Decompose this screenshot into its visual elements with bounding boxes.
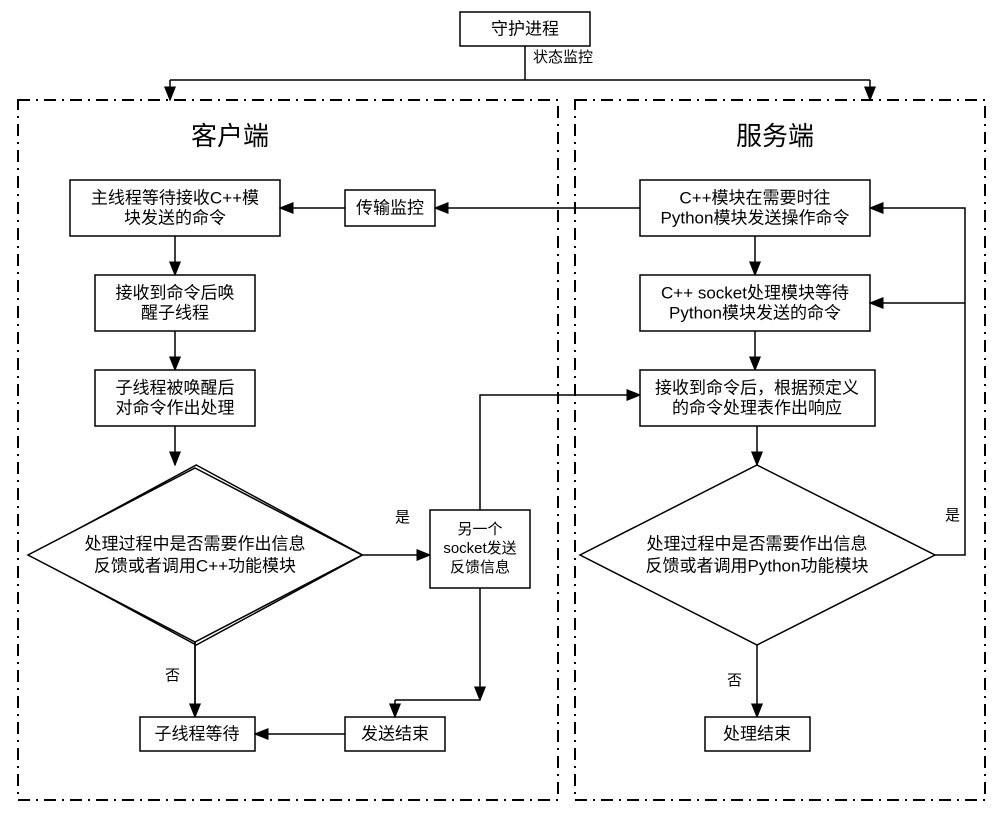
- svg-text:socket发送: socket发送: [443, 540, 516, 557]
- svg-text:主线程等待接收C++模: 主线程等待接收C++模: [91, 188, 259, 207]
- svg-text:是: 是: [945, 507, 960, 524]
- svg-text:传输监控: 传输监控: [356, 198, 424, 217]
- svg-text:反馈或者调用Python功能模块: 反馈或者调用Python功能模块: [646, 556, 869, 575]
- svg-text:C++模块在需要时往: C++模块在需要时往: [679, 188, 830, 207]
- client-decision: [28, 468, 362, 642]
- flowchart-diagram: 守护进程 状态监控 客户端 服务端 主线程等待接收C++模 块发送的命令 传输监…: [0, 0, 1000, 819]
- svg-text:Python模块发送操作命令: Python模块发送操作命令: [661, 208, 850, 227]
- svg-text:接收到命令后唤: 接收到命令后唤: [116, 283, 235, 302]
- svg-text:处理过程中是否需要作出信息: 处理过程中是否需要作出信息: [647, 534, 868, 553]
- svg-text:另一个: 另一个: [457, 521, 502, 538]
- svg-text:子线程等待: 子线程等待: [155, 724, 240, 743]
- svg-text:Python模块发送的命令: Python模块发送的命令: [669, 303, 841, 322]
- svg-text:块发送的命令: 块发送的命令: [124, 208, 226, 227]
- svg-text:接收到命令后，根据预定义: 接收到命令后，根据预定义: [655, 378, 859, 397]
- guard-process-label: 守护进程: [491, 19, 559, 38]
- server-decision: [580, 465, 935, 645]
- client-title: 客户端: [191, 121, 269, 151]
- svg-text:醒子线程: 醒子线程: [141, 303, 209, 322]
- svg-text:处理过程中是否需要作出信息: 处理过程中是否需要作出信息: [85, 534, 306, 553]
- svg-text:反馈或者调用C++功能模块: 反馈或者调用C++功能模块: [94, 556, 296, 575]
- svg-text:C++ socket处理模块等待: C++ socket处理模块等待: [661, 283, 849, 302]
- svg-text:子线程被唤醒后: 子线程被唤醒后: [116, 378, 235, 397]
- svg-text:否: 否: [165, 667, 180, 684]
- svg-text:否: 否: [727, 672, 742, 689]
- svg-text:对命令作出处理: 对命令作出处理: [116, 398, 235, 417]
- svg-text:是: 是: [395, 509, 410, 526]
- svg-text:发送结束: 发送结束: [361, 724, 429, 743]
- svg-text:反馈信息: 反馈信息: [450, 559, 510, 576]
- svg-text:处理结束: 处理结束: [723, 724, 791, 743]
- status-monitor-label: 状态监控: [533, 49, 593, 66]
- server-title: 服务端: [736, 121, 814, 151]
- svg-text:的命令处理表作出响应: 的命令处理表作出响应: [672, 398, 842, 417]
